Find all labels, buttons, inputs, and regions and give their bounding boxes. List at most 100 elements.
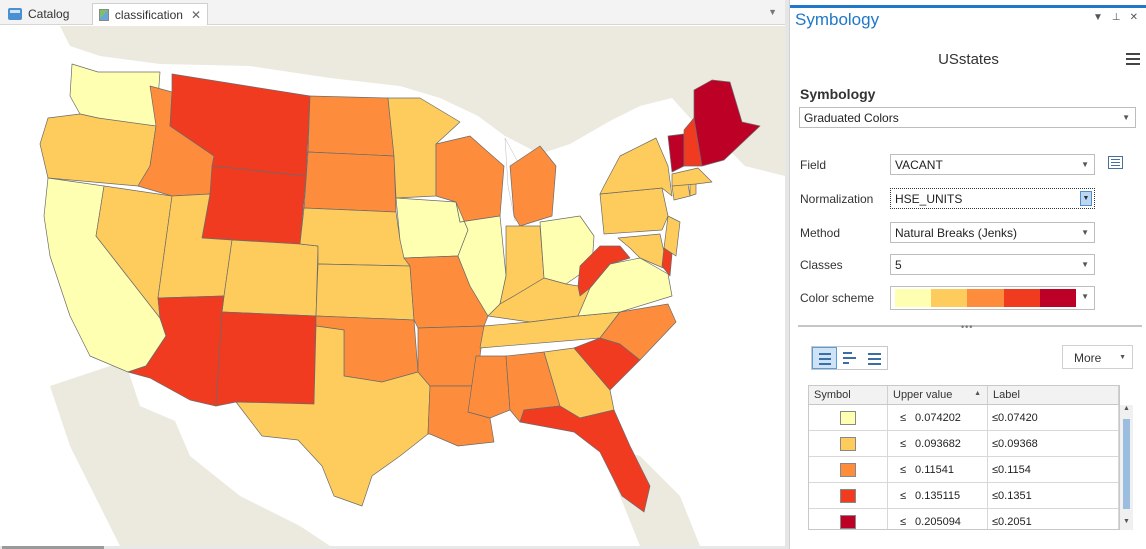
method-select[interactable]: Natural Breaks (Jenks) ▼ xyxy=(890,222,1095,243)
upper-value-text: 0.11541 xyxy=(915,464,954,476)
symbol-swatch[interactable] xyxy=(840,514,856,529)
state-wy[interactable] xyxy=(201,165,307,245)
color-ramp-swatch xyxy=(1039,289,1077,307)
table-row[interactable]: ≤0.11541 ≤0.1154 xyxy=(809,457,1119,483)
symbol-cell[interactable] xyxy=(809,509,888,529)
classes-value: 5 xyxy=(895,258,902,272)
scroll-up-icon[interactable]: ▲ xyxy=(1123,405,1130,412)
symbol-cell[interactable] xyxy=(809,405,888,430)
state-or[interactable] xyxy=(39,113,157,187)
normalization-select[interactable]: HSE_UNITS ▼ xyxy=(890,188,1095,209)
chevron-down-icon: ▼ xyxy=(1081,160,1089,169)
scales-view-icon[interactable] xyxy=(862,347,887,369)
scroll-down-icon[interactable]: ▼ xyxy=(1123,518,1130,525)
symbology-heading: Symbology xyxy=(800,86,876,102)
state-ri[interactable] xyxy=(689,183,697,197)
state-pa[interactable] xyxy=(599,187,669,235)
chevron-down-icon: ▼ xyxy=(1081,292,1089,301)
histogram-view-icon[interactable] xyxy=(837,347,862,369)
upper-value-text: 0.205094 xyxy=(915,516,961,528)
label-cell[interactable]: ≤0.09368 xyxy=(988,431,1119,456)
label-cell[interactable]: ≤0.07420 xyxy=(988,405,1119,430)
color-scheme-select[interactable]: ▼ xyxy=(890,286,1095,310)
upper-value-cell[interactable]: ≤0.11541 xyxy=(888,457,988,482)
table-row[interactable]: ≤0.135115 ≤0.1351 xyxy=(809,483,1119,509)
chevron-down-icon[interactable]: ▼ xyxy=(768,7,777,17)
state-sd[interactable] xyxy=(303,151,397,213)
pin-icon[interactable]: ⊥ xyxy=(1112,12,1121,23)
tab-catalog[interactable]: Catalog xyxy=(2,3,75,25)
pane-options-icon[interactable]: ▼ xyxy=(1093,12,1103,23)
label-cell[interactable]: ≤0.2051 xyxy=(988,509,1119,529)
classes-table: Symbol Upper value ▲ Label ≤0.074202 ≤0.07… xyxy=(808,385,1120,530)
table-scrollbar[interactable]: ▲ ▼ xyxy=(1120,405,1133,530)
sort-icon: ▲ xyxy=(974,390,981,397)
chevron-down-icon: ▼ xyxy=(1081,260,1089,269)
operator-text: ≤ xyxy=(900,490,907,502)
scroll-thumb[interactable] xyxy=(1123,419,1130,509)
chevron-down-icon: ▼ xyxy=(1081,228,1089,237)
operator-text: ≤ xyxy=(900,464,907,476)
state-nd[interactable] xyxy=(307,95,395,157)
close-icon[interactable]: ✕ xyxy=(1130,12,1138,23)
table-row[interactable]: ≤0.093682 ≤0.09368 xyxy=(809,431,1119,457)
method-value: Natural Breaks (Jenks) xyxy=(895,226,1018,240)
upper-value-cell[interactable]: ≤0.093682 xyxy=(888,431,988,456)
table-row[interactable]: ≤0.074202 ≤0.07420 xyxy=(809,405,1119,431)
pane-accent-line xyxy=(790,5,1146,8)
renderer-select[interactable]: Graduated Colors ▼ xyxy=(799,107,1136,128)
symbol-swatch[interactable] xyxy=(840,410,856,425)
normalization-value: HSE_UNITS xyxy=(895,192,963,206)
chevron-down-icon: ▼ xyxy=(1080,191,1092,206)
field-select[interactable]: VACANT ▼ xyxy=(890,154,1095,175)
color-ramp-swatch xyxy=(931,289,968,307)
symbol-swatch[interactable] xyxy=(840,462,856,477)
expression-table-icon[interactable] xyxy=(1108,156,1123,169)
close-icon[interactable]: ✕ xyxy=(191,8,201,22)
operator-text: ≤ xyxy=(900,516,907,528)
resize-grip-icon[interactable]: ••• xyxy=(961,322,973,332)
layer-name: USstates xyxy=(938,51,999,68)
upper-value-cell[interactable]: ≤0.205094 xyxy=(888,509,988,529)
field-label: Field xyxy=(800,158,827,172)
tab-classification[interactable]: classification ✕ xyxy=(92,3,208,25)
pane-title: Symbology xyxy=(795,10,880,29)
choropleth-map[interactable] xyxy=(0,26,785,546)
column-header-upper-value[interactable]: Upper value ▲ xyxy=(888,386,988,404)
upper-value-text: 0.093682 xyxy=(915,438,961,450)
symbol-cell[interactable] xyxy=(809,483,888,508)
state-nm[interactable] xyxy=(215,311,317,407)
color-ramp xyxy=(895,289,1077,307)
color-ramp-swatch xyxy=(895,289,932,307)
method-label: Method xyxy=(800,226,841,240)
symbol-swatch[interactable] xyxy=(840,436,856,451)
symbol-cell[interactable] xyxy=(809,431,888,456)
map-icon xyxy=(99,8,109,21)
map-view[interactable] xyxy=(0,26,785,546)
upper-value-cell[interactable]: ≤0.074202 xyxy=(888,405,988,430)
tab-classification-label: classification xyxy=(114,7,183,22)
symbol-swatch[interactable] xyxy=(840,488,856,503)
label-cell[interactable]: ≤0.1351 xyxy=(988,483,1119,508)
table-row[interactable]: ≤0.205094 ≤0.2051 xyxy=(809,509,1119,529)
list-view-icon[interactable] xyxy=(812,347,837,369)
symbol-cell[interactable] xyxy=(809,457,888,482)
classes-select[interactable]: 5 ▼ xyxy=(890,254,1095,275)
classes-label: Classes xyxy=(800,258,843,272)
table-header: Symbol Upper value ▲ Label xyxy=(809,386,1119,405)
document-tab-bar: Catalog classification ✕ ▼ xyxy=(0,0,785,25)
pane-controls: ▼ ⊥ ✕ xyxy=(1093,12,1138,23)
chevron-down-icon: ▼ xyxy=(1119,354,1126,361)
column-header-symbol[interactable]: Symbol xyxy=(809,386,888,404)
state-co[interactable] xyxy=(221,239,319,317)
color-scheme-label: Color scheme xyxy=(800,291,875,305)
column-header-label[interactable]: Label xyxy=(988,386,1119,404)
color-ramp-swatch xyxy=(967,289,1004,307)
state-ks[interactable] xyxy=(315,263,415,321)
upper-value-cell[interactable]: ≤0.135115 xyxy=(888,483,988,508)
menu-icon[interactable] xyxy=(1126,53,1140,65)
operator-text: ≤ xyxy=(900,438,907,450)
symbology-pane: Symbology ▼ ⊥ ✕ USstates Symbology Gradu… xyxy=(789,0,1146,549)
label-cell[interactable]: ≤0.1154 xyxy=(988,457,1119,482)
more-button[interactable]: More ▼ xyxy=(1062,345,1133,369)
